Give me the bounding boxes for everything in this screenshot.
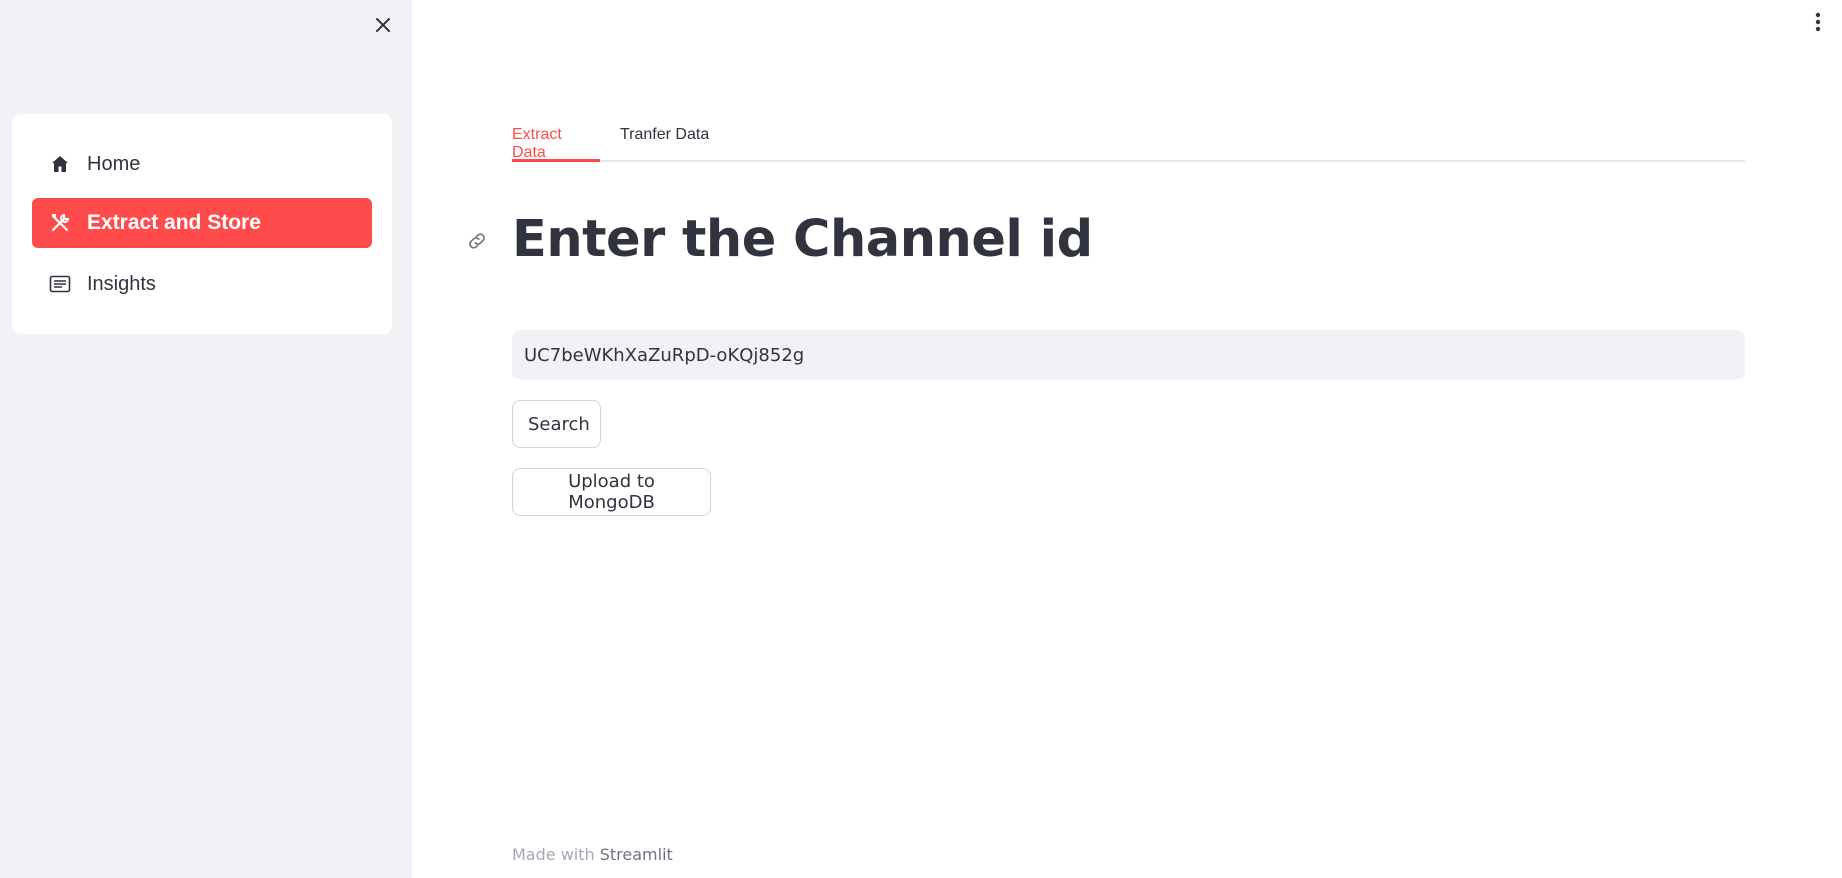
sidebar-item-label: Home xyxy=(87,152,141,175)
list-icon xyxy=(49,273,71,295)
tab-extract-data[interactable]: Extract Data xyxy=(512,126,600,162)
page-title: Enter the Channel id xyxy=(512,210,1093,269)
sidebar-item-home[interactable]: Home xyxy=(32,139,372,189)
channel-id-input[interactable] xyxy=(512,330,1745,380)
sidebar-item-extract-and-store[interactable]: Extract and Store xyxy=(32,198,372,248)
sidebar-item-insights[interactable]: Insights xyxy=(32,259,372,309)
streamlit-link[interactable]: Streamlit xyxy=(600,845,673,864)
sidebar-item-label: Insights xyxy=(87,272,156,295)
link-icon xyxy=(469,233,485,249)
home-icon xyxy=(49,153,71,175)
sidebar-item-label: Extract and Store xyxy=(87,211,261,234)
tab-tranfer-data[interactable]: Tranfer Data xyxy=(620,126,712,162)
footer-prefix: Made with xyxy=(512,845,595,864)
sidebar-nav-menu: Home Extract and Store Insights xyxy=(12,114,392,334)
main-menu-button[interactable] xyxy=(1806,10,1830,34)
kebab-menu-icon xyxy=(1815,12,1821,32)
sidebar: Home Extract and Store Insights xyxy=(0,0,412,878)
heading-anchor-link[interactable] xyxy=(464,228,490,254)
search-button[interactable]: Search xyxy=(512,400,601,448)
upload-to-mongodb-button[interactable]: Upload to MongoDB xyxy=(512,468,711,516)
close-sidebar-button[interactable] xyxy=(369,11,397,39)
tab-bar: Extract Data Tranfer Data xyxy=(512,118,1745,164)
app-root: Home Extract and Store Insights Extract … xyxy=(0,0,1842,878)
close-icon xyxy=(376,18,390,32)
tools-icon xyxy=(49,212,71,234)
footer: Made with Streamlit xyxy=(512,845,673,864)
